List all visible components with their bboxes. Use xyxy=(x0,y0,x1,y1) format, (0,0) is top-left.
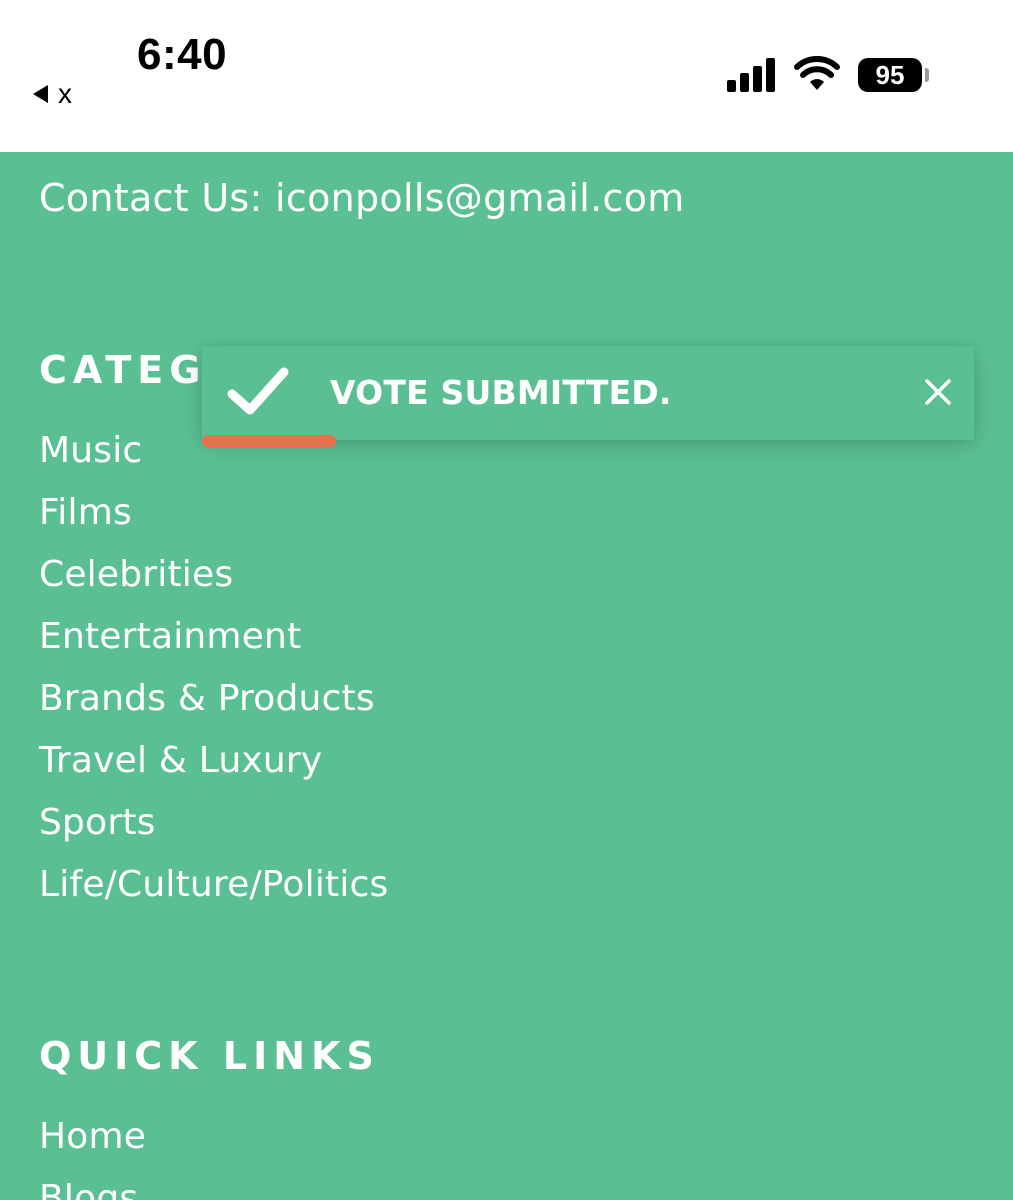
quick-links-list: Home Blogs xyxy=(39,1114,146,1200)
category-link-entertainment[interactable]: Entertainment xyxy=(39,614,389,676)
close-icon[interactable] xyxy=(923,377,953,407)
battery-icon: 95 xyxy=(858,58,922,92)
back-label: x xyxy=(58,78,72,109)
category-link-films[interactable]: Films xyxy=(39,490,389,552)
back-triangle-icon xyxy=(33,85,48,103)
vote-submitted-toast: VOTE SUBMITTED. xyxy=(202,346,974,440)
category-link-celebrities[interactable]: Celebrities xyxy=(39,552,389,614)
category-link-sports[interactable]: Sports xyxy=(39,800,389,862)
category-link-life-culture-politics[interactable]: Life/Culture/Politics xyxy=(39,862,389,924)
category-link-brands-products[interactable]: Brands & Products xyxy=(39,676,389,738)
battery-cap xyxy=(925,68,929,82)
categories-heading: CATEG xyxy=(39,348,207,392)
quick-links-heading: QUICK LINKS xyxy=(39,1034,380,1078)
signal-icon xyxy=(727,58,775,92)
back-to-app-link[interactable]: x xyxy=(33,78,72,110)
wifi-icon xyxy=(794,56,840,90)
toast-progress-bar xyxy=(202,435,336,447)
quick-link-home[interactable]: Home xyxy=(39,1114,146,1176)
checkmark-icon xyxy=(227,367,289,415)
status-time: 6:40 xyxy=(137,30,228,79)
battery-level: 95 xyxy=(875,59,905,90)
quick-link-blogs[interactable]: Blogs xyxy=(39,1176,146,1200)
category-link-travel-luxury[interactable]: Travel & Luxury xyxy=(39,738,389,800)
contact-email-text[interactable]: Contact Us: iconpolls@gmail.com xyxy=(39,176,685,220)
toast-message: VOTE SUBMITTED. xyxy=(330,373,672,412)
categories-list: Music Films Celebrities Entertainment Br… xyxy=(39,428,389,924)
status-bar: 6:40 x 95 xyxy=(0,0,1013,152)
